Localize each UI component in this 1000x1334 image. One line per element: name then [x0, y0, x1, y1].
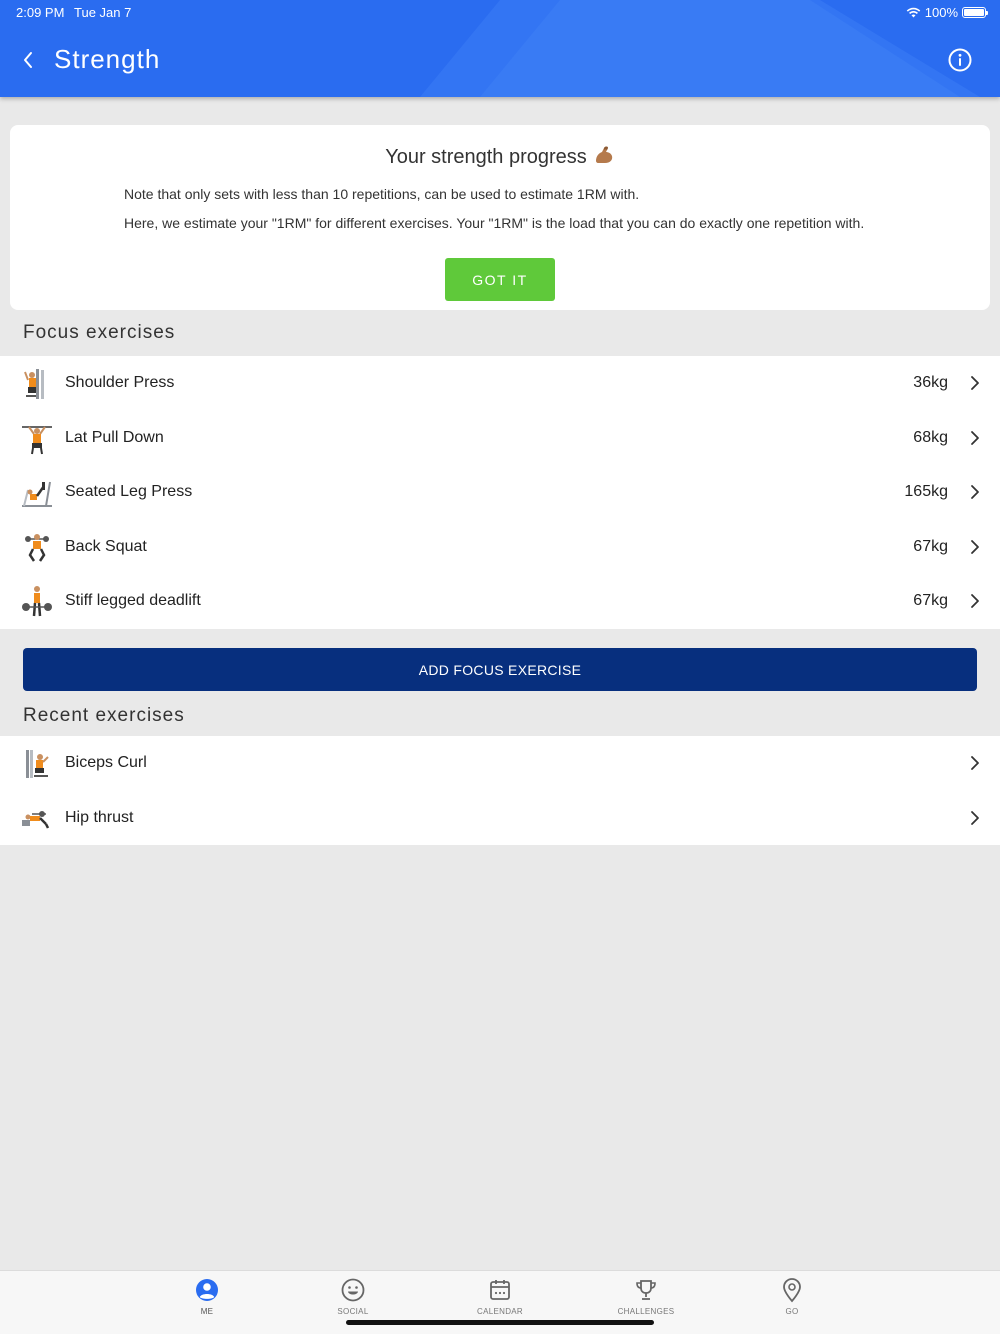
- recent-exercise-list: Biceps Curl Hip thrust: [0, 736, 1000, 845]
- tab-label: CALENDAR: [477, 1307, 523, 1316]
- exercise-name: Seated Leg Press: [65, 483, 193, 501]
- exercise-name: Lat Pull Down: [65, 428, 164, 446]
- leg-press-machine-icon: [22, 482, 52, 508]
- tab-label: GO: [785, 1307, 799, 1316]
- wifi-icon: [906, 7, 921, 18]
- exercise-name: Stiff legged deadlift: [65, 592, 201, 610]
- focus-exercises-heading: Focus exercises: [23, 322, 176, 343]
- add-focus-exercise-button[interactable]: ADD FOCUS EXERCISE: [23, 648, 977, 691]
- tab-label: CHALLENGES: [617, 1307, 675, 1316]
- recent-exercise-row[interactable]: Hip thrust: [0, 791, 1000, 846]
- card-note: Note that only sets with less than 10 re…: [124, 186, 640, 202]
- status-time: 2:09 PM: [16, 5, 65, 20]
- strength-info-card: Your strength progress Note that only se…: [10, 125, 990, 310]
- page-title: Strength: [54, 44, 161, 74]
- card-title: Your strength progress: [10, 144, 990, 169]
- calendar-icon: [490, 1280, 510, 1300]
- home-indicator: [346, 1320, 654, 1325]
- chevron-right-icon: [971, 810, 979, 825]
- tab-label: ME: [200, 1307, 214, 1316]
- exercise-1rm-value: 165kg: [904, 483, 948, 501]
- hip-thrust-icon: [22, 810, 50, 829]
- recent-exercises-heading: Recent exercises: [23, 705, 185, 726]
- status-bar: 2:09 PM Tue Jan 7 100%: [0, 0, 1000, 24]
- tab-challenges[interactable]: CHALLENGES: [601, 1277, 691, 1316]
- focus-exercise-row[interactable]: Stiff legged deadlift 67kg: [0, 574, 1000, 629]
- exercise-1rm-value: 67kg: [913, 537, 948, 555]
- exercise-name: Back Squat: [65, 537, 147, 555]
- tab-me[interactable]: ME: [162, 1277, 252, 1316]
- exercise-1rm-value: 68kg: [913, 428, 948, 446]
- chevron-right-icon: [971, 594, 979, 609]
- battery-icon: [962, 7, 988, 18]
- focus-exercise-row[interactable]: Shoulder Press 36kg: [0, 356, 1000, 411]
- trophy-icon: [636, 1280, 656, 1300]
- app-header: 2:09 PM Tue Jan 7 100% Strength: [0, 0, 1000, 97]
- card-description: Here, we estimate your "1RM" for differe…: [124, 215, 865, 231]
- exercise-name: Shoulder Press: [65, 374, 175, 391]
- status-date: Tue Jan 7: [74, 5, 132, 20]
- info-icon[interactable]: [948, 48, 972, 72]
- flexed-bicep-icon: [595, 146, 612, 163]
- smiley-icon: [341, 1278, 365, 1302]
- tab-label: SOCIAL: [337, 1307, 369, 1316]
- chevron-right-icon: [971, 539, 979, 554]
- chevron-right-icon: [971, 485, 979, 500]
- battery-percent: 100%: [924, 5, 958, 20]
- tab-social[interactable]: SOCIAL: [308, 1277, 398, 1316]
- chevron-right-icon: [971, 756, 979, 770]
- card-title-text: Your strength progress: [385, 146, 587, 168]
- chevron-right-icon: [971, 376, 979, 390]
- focus-exercise-row[interactable]: Seated Leg Press 165kg: [0, 465, 1000, 520]
- got-it-button[interactable]: GOT IT: [445, 258, 555, 301]
- chevron-right-icon: [971, 430, 979, 445]
- focus-exercise-row[interactable]: Back Squat 67kg: [0, 520, 1000, 575]
- recent-exercise-row[interactable]: Biceps Curl: [0, 736, 1000, 791]
- lat-pull-down-icon: [22, 425, 52, 454]
- exercise-name: Hip thrust: [65, 808, 134, 826]
- exercise-1rm-value: 67kg: [913, 592, 948, 610]
- location-pin-icon: [783, 1278, 801, 1303]
- person-icon: [196, 1279, 218, 1301]
- back-squat-icon: [25, 533, 49, 562]
- tab-go[interactable]: GO: [747, 1277, 837, 1316]
- exercise-name: Biceps Curl: [65, 754, 147, 771]
- shoulder-press-machine-icon: [24, 369, 44, 399]
- focus-exercise-row[interactable]: Lat Pull Down 68kg: [0, 411, 1000, 466]
- exercise-1rm-value: 36kg: [913, 374, 948, 391]
- status-indicators: 100%: [906, 5, 988, 20]
- focus-exercise-list: Shoulder Press 36kg Lat Pull Down 68kg S…: [0, 356, 1000, 629]
- back-chevron-icon[interactable]: [18, 48, 40, 72]
- tab-calendar[interactable]: CALENDAR: [455, 1277, 545, 1316]
- biceps-curl-machine-icon: [26, 750, 49, 778]
- stiff-legged-deadlift-icon: [22, 586, 52, 617]
